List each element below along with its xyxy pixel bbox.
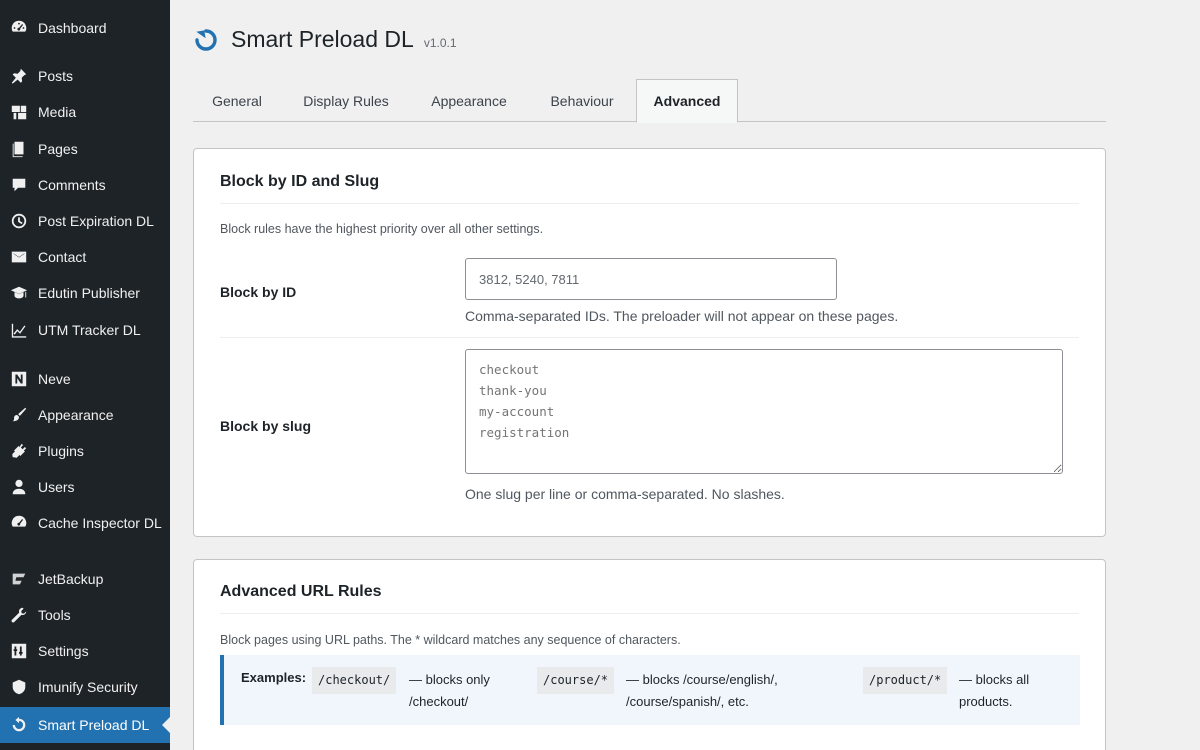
card-title: Advanced URL Rules xyxy=(220,583,382,600)
refresh-icon xyxy=(9,715,29,735)
envelope-icon xyxy=(9,247,29,267)
divider xyxy=(220,203,1079,204)
comment-icon xyxy=(9,175,29,195)
sidebar-item-tools[interactable]: Tools xyxy=(0,605,170,626)
page-title: Smart Preload DL xyxy=(231,26,414,52)
sidebar-item-pages[interactable]: Pages xyxy=(0,139,170,160)
gauge-icon xyxy=(9,513,29,533)
divider xyxy=(220,613,1079,614)
example-code: /checkout/ xyxy=(312,667,397,694)
settings-tabs: General Display Rules Appearance Behavio… xyxy=(193,79,1106,123)
sidebar-item-label: Tools xyxy=(38,607,71,623)
tab-general[interactable]: General xyxy=(193,79,281,122)
sidebar-item-label: Plugins xyxy=(38,443,84,459)
block-by-slug-label: Block by slug xyxy=(220,418,312,434)
version-label: v1.0.1 xyxy=(423,35,457,50)
sidebar-item-label: Smart Preload DL xyxy=(38,716,150,733)
tab-behaviour[interactable]: Behaviour xyxy=(529,79,635,122)
block-by-id-label: Block by ID xyxy=(220,284,297,300)
wrench-icon xyxy=(9,605,29,625)
tab-advanced[interactable]: Advanced xyxy=(636,79,738,123)
sidebar-item-cache-inspector[interactable]: Cache Inspector DL xyxy=(0,513,170,534)
block-by-id-input[interactable] xyxy=(465,258,837,300)
example-code: /course/* xyxy=(537,667,615,694)
clock-icon xyxy=(9,211,29,231)
sidebar-item-edutin-publisher[interactable]: Edutin Publisher xyxy=(0,283,170,304)
sidebar-item-label: Users xyxy=(38,479,75,495)
tab-appearance[interactable]: Appearance xyxy=(411,79,527,122)
example-code: /product/* xyxy=(863,667,948,694)
jetbackup-icon xyxy=(9,569,29,589)
sidebar-item-imunify[interactable]: Imunify Security xyxy=(0,677,170,698)
sidebar-item-post-expiration[interactable]: Post Expiration DL xyxy=(0,211,170,232)
card-description: Block pages using URL paths. The * wildc… xyxy=(220,633,681,647)
sidebar-item-label: Media xyxy=(38,104,77,120)
sidebar-item-label: UTM Tracker DL xyxy=(38,322,141,338)
sidebar-item-label: Appearance xyxy=(38,407,114,423)
example-text: — blocks /course/english/, /course/spani… xyxy=(626,669,778,713)
examples-notice: Examples: /checkout/ — blocks only /chec… xyxy=(220,655,1080,725)
card-title: Block by ID and Slug xyxy=(220,173,380,190)
sidebar-item-label: Comments xyxy=(38,177,106,193)
sliders-icon xyxy=(9,641,29,661)
sidebar-item-label: Settings xyxy=(38,643,89,659)
pages-icon xyxy=(9,139,29,159)
page-header: Smart Preload DL v1.0.1 xyxy=(193,26,457,53)
sidebar-item-contact[interactable]: Contact xyxy=(0,247,170,268)
sidebar-item-settings[interactable]: Settings xyxy=(0,641,170,662)
neve-logo-icon xyxy=(9,369,29,389)
url-rules-card: Advanced URL Rules Block pages using URL… xyxy=(193,559,1106,750)
block-by-id-help: Comma-separated IDs. The preloader will … xyxy=(465,308,899,324)
sidebar-item-label: Neve xyxy=(38,371,71,387)
block-by-slug-help: One slug per line or comma-separated. No… xyxy=(465,486,785,502)
block-rules-card: Block by ID and Slug Block rules have th… xyxy=(193,148,1106,537)
sidebar-item-appearance[interactable]: Appearance xyxy=(0,405,170,426)
example-line: /course/spanish/, etc. xyxy=(626,694,749,709)
example-text: — blocks all products. xyxy=(959,669,1029,713)
example-line: — blocks all xyxy=(959,672,1030,687)
media-icon xyxy=(9,102,29,122)
card-description: Block rules have the highest priority ov… xyxy=(220,222,544,236)
admin-sidebar: Dashboard Posts Media Pages Comments Pos… xyxy=(0,0,170,750)
sidebar-item-label: JetBackup xyxy=(38,571,104,587)
sidebar-item-neve[interactable]: Neve xyxy=(0,369,170,390)
sidebar-item-label: Cache Inspector DL xyxy=(38,515,162,531)
dashboard-icon xyxy=(9,18,29,38)
refresh-icon xyxy=(195,28,217,51)
examples-label: Examples: xyxy=(241,670,307,685)
sidebar-item-label: Posts xyxy=(38,68,74,84)
sidebar-item-plugins[interactable]: Plugins xyxy=(0,441,170,462)
chart-line-icon xyxy=(9,320,29,340)
graduation-cap-icon xyxy=(9,283,29,303)
example-line: — blocks /course/english/, xyxy=(626,672,778,687)
sidebar-item-dashboard[interactable]: Dashboard xyxy=(0,18,170,39)
shield-icon xyxy=(9,677,29,697)
divider xyxy=(220,337,1079,338)
sidebar-item-label: Imunify Security xyxy=(38,679,138,695)
block-by-slug-textarea[interactable] xyxy=(465,349,1063,474)
sidebar-item-media[interactable]: Media xyxy=(0,102,170,123)
user-icon xyxy=(9,477,29,497)
brush-icon xyxy=(9,405,29,425)
sidebar-item-smart-preload[interactable]: Smart Preload DL xyxy=(0,707,170,743)
pin-icon xyxy=(9,66,29,86)
sidebar-item-jetbackup[interactable]: JetBackup xyxy=(0,569,170,590)
example-line: products. xyxy=(959,694,1013,709)
sidebar-item-label: Contact xyxy=(38,249,87,265)
example-line: /checkout/ xyxy=(409,694,469,709)
sidebar-item-users[interactable]: Users xyxy=(0,477,170,498)
example-text: — blocks only /checkout/ xyxy=(409,669,490,713)
sidebar-item-label: Post Expiration DL xyxy=(38,213,154,229)
sidebar-item-comments[interactable]: Comments xyxy=(0,175,170,196)
sidebar-item-utm-tracker[interactable]: UTM Tracker DL xyxy=(0,320,170,341)
tab-display-rules[interactable]: Display Rules xyxy=(283,79,409,122)
plug-icon xyxy=(9,441,29,461)
sidebar-item-label: Dashboard xyxy=(38,20,107,36)
sidebar-item-posts[interactable]: Posts xyxy=(0,66,170,87)
sidebar-item-label: Edutin Publisher xyxy=(38,285,140,301)
sidebar-item-label: Pages xyxy=(38,141,78,157)
example-line: — blocks only xyxy=(409,672,490,687)
